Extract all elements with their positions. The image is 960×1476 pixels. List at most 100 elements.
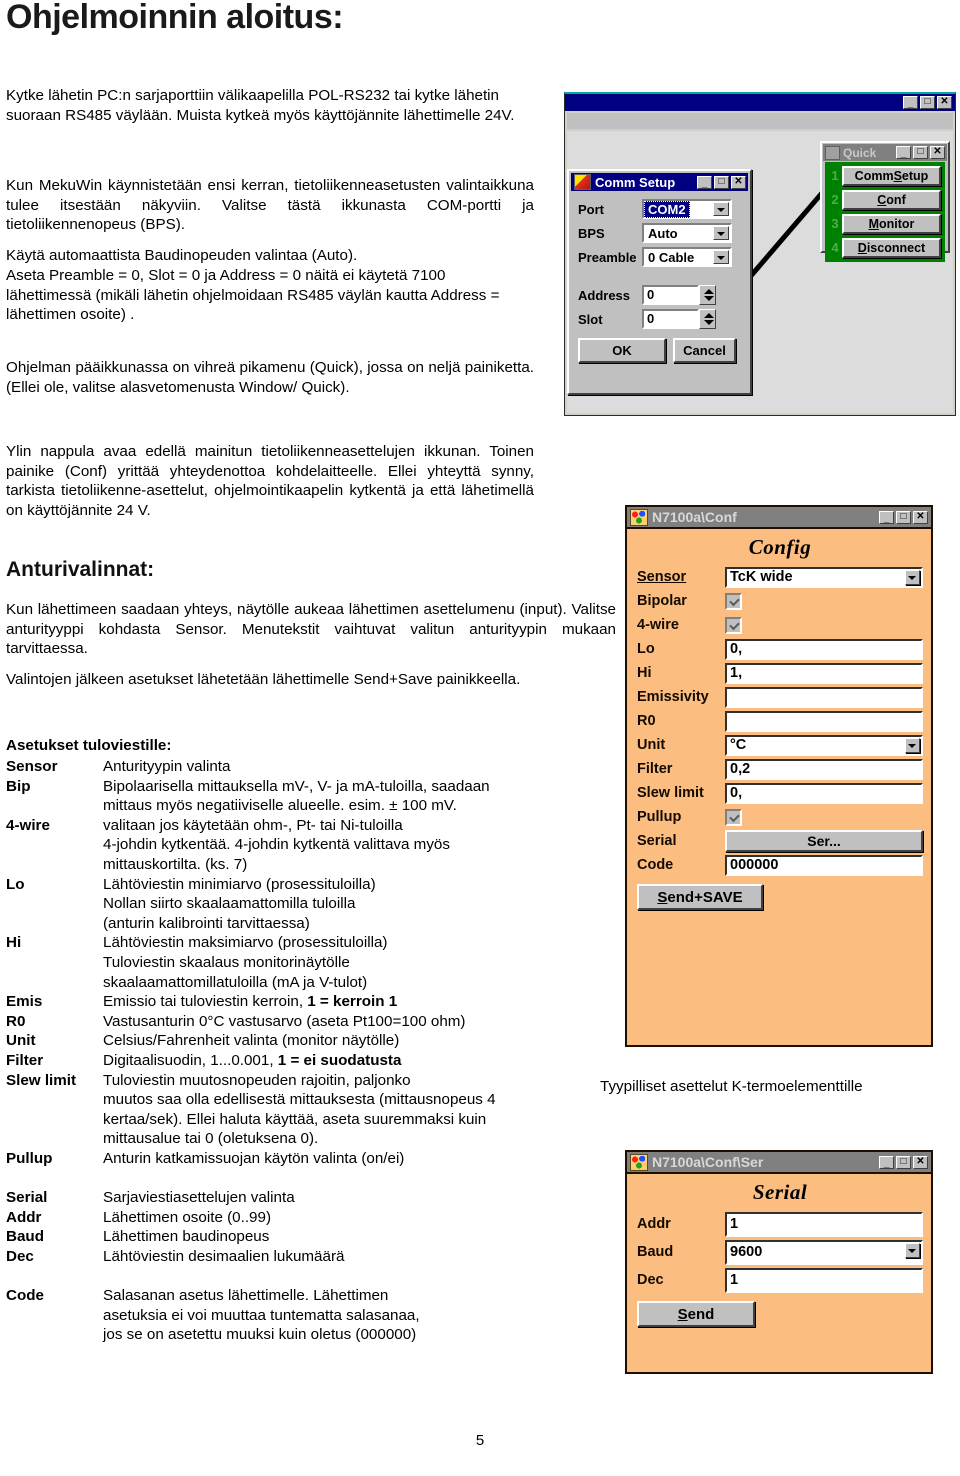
close-icon[interactable]: ✕ bbox=[913, 1155, 928, 1169]
accel-key: S bbox=[657, 888, 668, 906]
definition-row: Code Salasanan asetus lähettimelle. Lähet… bbox=[6, 1286, 606, 1306]
mekuwin-mdi-canvas: Comm Setup _ □ ✕ Port COM2 BPS Auto Prea… bbox=[567, 131, 953, 413]
chevron-down-icon[interactable] bbox=[713, 250, 729, 264]
definition-row: mittaus myös negatiiviselle alueelle. es… bbox=[6, 796, 606, 816]
field-row-port: Port COM2 bbox=[578, 199, 740, 219]
comm-setup-window-controls[interactable]: _ □ ✕ bbox=[697, 175, 746, 189]
label-dec: Dec bbox=[637, 1272, 664, 1288]
close-icon[interactable]: ✕ bbox=[930, 146, 945, 159]
definition-term: Bip bbox=[6, 777, 31, 795]
paragraph-auto-baud: Käytä automaattista Baudinopeuden valint… bbox=[6, 247, 358, 264]
definition-row: Pullup Anturin katkamissuojan käytön vali… bbox=[6, 1149, 606, 1169]
label-pullup: Pullup bbox=[637, 809, 682, 825]
heading-anturivalinnat: Anturivalinnat: bbox=[6, 558, 155, 581]
field-row-bps: BPS Auto bbox=[578, 223, 740, 243]
maximize-icon[interactable]: □ bbox=[913, 146, 928, 159]
slot-value[interactable]: 0 bbox=[642, 309, 699, 329]
cancel-label: Cancel bbox=[683, 343, 726, 358]
bps-combobox[interactable]: Auto bbox=[642, 223, 732, 243]
pullup-checkbox[interactable] bbox=[725, 808, 742, 826]
config-window-controls[interactable]: _ □ ✕ bbox=[879, 510, 928, 524]
quick-index-1: 1 bbox=[831, 168, 839, 183]
serial-action-row: Send bbox=[637, 1301, 923, 1327]
quick-button-monitor[interactable]: Monitor bbox=[842, 214, 941, 234]
code-input[interactable]: 000000 bbox=[725, 854, 923, 876]
chevron-down-icon[interactable] bbox=[713, 226, 729, 240]
accel-key: D bbox=[857, 241, 867, 255]
close-icon[interactable]: ✕ bbox=[937, 96, 952, 109]
preamble-combobox[interactable]: 0 Cable bbox=[642, 247, 732, 267]
chevron-down-icon[interactable] bbox=[905, 1242, 920, 1258]
minimize-icon[interactable]: _ bbox=[903, 96, 918, 109]
minimize-icon[interactable]: _ bbox=[879, 1155, 894, 1169]
serial-button[interactable]: Ser... bbox=[725, 830, 923, 852]
close-icon[interactable]: ✕ bbox=[731, 175, 746, 189]
field-row-address: Address 0 bbox=[578, 285, 740, 305]
maximize-icon[interactable]: □ bbox=[896, 1155, 911, 1169]
emissivity-input[interactable] bbox=[725, 686, 923, 708]
quick-button-conf[interactable]: Conf bbox=[842, 190, 941, 210]
quick-index-3: 3 bbox=[831, 216, 839, 231]
paragraph-intro: Kytke lähetin PC:n sarjaporttiin välikaa… bbox=[6, 87, 515, 124]
slot-spinner[interactable]: 0 bbox=[642, 309, 716, 329]
definition-term: Unit bbox=[6, 1032, 36, 1050]
unit-combobox[interactable]: °C bbox=[725, 734, 923, 756]
mekuwin-window-controls[interactable]: _ □ ✕ bbox=[903, 96, 952, 109]
label-baud: Baud bbox=[637, 1244, 674, 1260]
maximize-icon[interactable]: □ bbox=[714, 175, 729, 189]
accel-key: S bbox=[893, 169, 902, 183]
maximize-icon[interactable]: □ bbox=[896, 510, 911, 524]
close-icon[interactable]: ✕ bbox=[913, 510, 928, 524]
send-button[interactable]: Send bbox=[637, 1301, 755, 1327]
quick-button-disconnect[interactable]: Disconnect bbox=[842, 238, 941, 258]
send-save-button[interactable]: Send+SAVE bbox=[637, 884, 763, 910]
definition-term: Hi bbox=[6, 934, 22, 952]
label-code: Code bbox=[637, 857, 674, 873]
sensor-value: TcK wide bbox=[730, 568, 793, 585]
ok-label: OK bbox=[612, 343, 632, 358]
quick-button-comm-setup[interactable]: Comm Setup bbox=[842, 166, 941, 186]
slew-limit-input[interactable]: 0, bbox=[725, 782, 923, 804]
lo-input[interactable]: 0, bbox=[725, 638, 923, 660]
sensor-combobox[interactable]: TcK wide bbox=[725, 566, 923, 588]
dec-input[interactable]: 1 bbox=[725, 1267, 923, 1293]
definition-term: Pullup bbox=[6, 1149, 53, 1167]
mekuwin-body: Comm Setup _ □ ✕ Port COM2 BPS Auto Prea… bbox=[565, 111, 955, 415]
minimize-icon[interactable]: _ bbox=[697, 175, 712, 189]
preamble-value: 0 Cable bbox=[648, 249, 695, 265]
definition-description: Lähtöviestin minimiarvo (prosessituloill… bbox=[103, 875, 376, 893]
ok-button[interactable]: OK bbox=[578, 338, 666, 363]
definition-row: skaalaamattomillatuloilla (mA ja V-tulot… bbox=[6, 973, 606, 993]
minimize-icon[interactable]: _ bbox=[896, 146, 911, 159]
addr-input[interactable]: 1 bbox=[725, 1211, 923, 1237]
field-row-preamble: Preamble 0 Cable bbox=[578, 247, 740, 267]
config-action-row: Send+SAVE bbox=[637, 884, 923, 910]
four-wire-checkbox[interactable] bbox=[725, 616, 742, 634]
r0-input[interactable] bbox=[725, 710, 923, 732]
paragraph-send-save: Valintojen jälkeen asetukset lähetetään … bbox=[6, 671, 521, 688]
comm-setup-dialog: Comm Setup _ □ ✕ Port COM2 BPS Auto Prea… bbox=[567, 169, 752, 395]
chevron-down-icon[interactable] bbox=[905, 737, 920, 753]
quick-window-controls[interactable]: _ □ ✕ bbox=[896, 146, 945, 159]
cancel-button[interactable]: Cancel bbox=[673, 338, 736, 363]
maximize-icon[interactable]: □ bbox=[920, 96, 935, 109]
baud-combobox[interactable]: 9600 bbox=[725, 1239, 923, 1265]
minimize-icon[interactable]: _ bbox=[879, 510, 894, 524]
address-value[interactable]: 0 bbox=[642, 285, 699, 305]
n7100a-app-icon bbox=[630, 1153, 648, 1171]
serial-window-controls[interactable]: _ □ ✕ bbox=[879, 1155, 928, 1169]
chevron-down-icon[interactable] bbox=[713, 202, 729, 216]
bipolar-checkbox[interactable] bbox=[725, 592, 742, 610]
definition-row: Filter Digitaalisuodin, 1...0.001, 1 = ei… bbox=[6, 1051, 606, 1071]
port-combobox[interactable]: COM2 bbox=[642, 199, 732, 219]
definition-description: muutos saa olla edellisestä mittauksesta… bbox=[103, 1091, 496, 1109]
spinner-up-down-icon[interactable] bbox=[699, 309, 716, 329]
chevron-down-icon[interactable] bbox=[905, 569, 920, 585]
label-bipolar: Bipolar bbox=[637, 593, 687, 609]
spinner-up-down-icon[interactable] bbox=[699, 285, 716, 305]
config-row-bipolar: Bipolar bbox=[637, 590, 923, 612]
filter-input[interactable]: 0,2 bbox=[725, 758, 923, 780]
address-spinner[interactable]: 0 bbox=[642, 285, 716, 305]
hi-input[interactable]: 1, bbox=[725, 662, 923, 684]
send-label: end bbox=[687, 1305, 715, 1323]
